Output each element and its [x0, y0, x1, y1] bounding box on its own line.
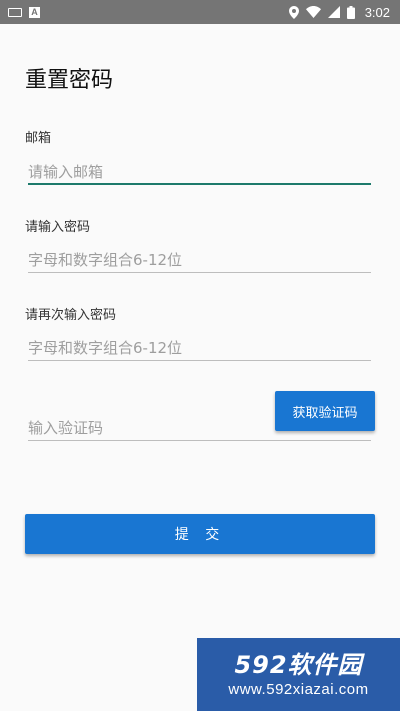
status-time: 3:02: [364, 4, 390, 20]
watermark-brand: 592软件园: [234, 650, 363, 679]
watermark: 592软件园 www.592xiazai.com: [197, 638, 400, 711]
battery-icon: [346, 5, 355, 19]
email-input[interactable]: [28, 158, 371, 186]
email-label: 邮箱: [25, 131, 52, 146]
password-input[interactable]: [28, 246, 371, 274]
watermark-url: www.592xiazai.com: [228, 680, 369, 698]
status-bar: A 3:02: [0, 0, 400, 24]
confirm-password-input[interactable]: [28, 334, 371, 362]
status-bar-right: 3:02: [288, 4, 390, 20]
get-verification-code-button[interactable]: 获取验证码: [275, 391, 375, 431]
password-label: 请输入密码: [25, 220, 91, 235]
password-underline: [28, 272, 371, 273]
keyboard-icon: [8, 7, 22, 17]
verification-code-underline: [28, 440, 371, 441]
signal-icon: [327, 6, 340, 18]
status-bar-left: A: [8, 6, 40, 18]
page-title: 重置密码: [25, 68, 114, 93]
wifi-icon: [305, 6, 321, 18]
a-notification-icon: A: [29, 6, 40, 18]
confirm-password-label: 请再次输入密码: [25, 308, 117, 323]
email-underline: [28, 183, 371, 185]
confirm-password-underline: [28, 360, 371, 361]
submit-button[interactable]: 提 交: [25, 514, 375, 554]
location-icon: [288, 5, 299, 19]
verification-code-input[interactable]: [28, 414, 268, 442]
